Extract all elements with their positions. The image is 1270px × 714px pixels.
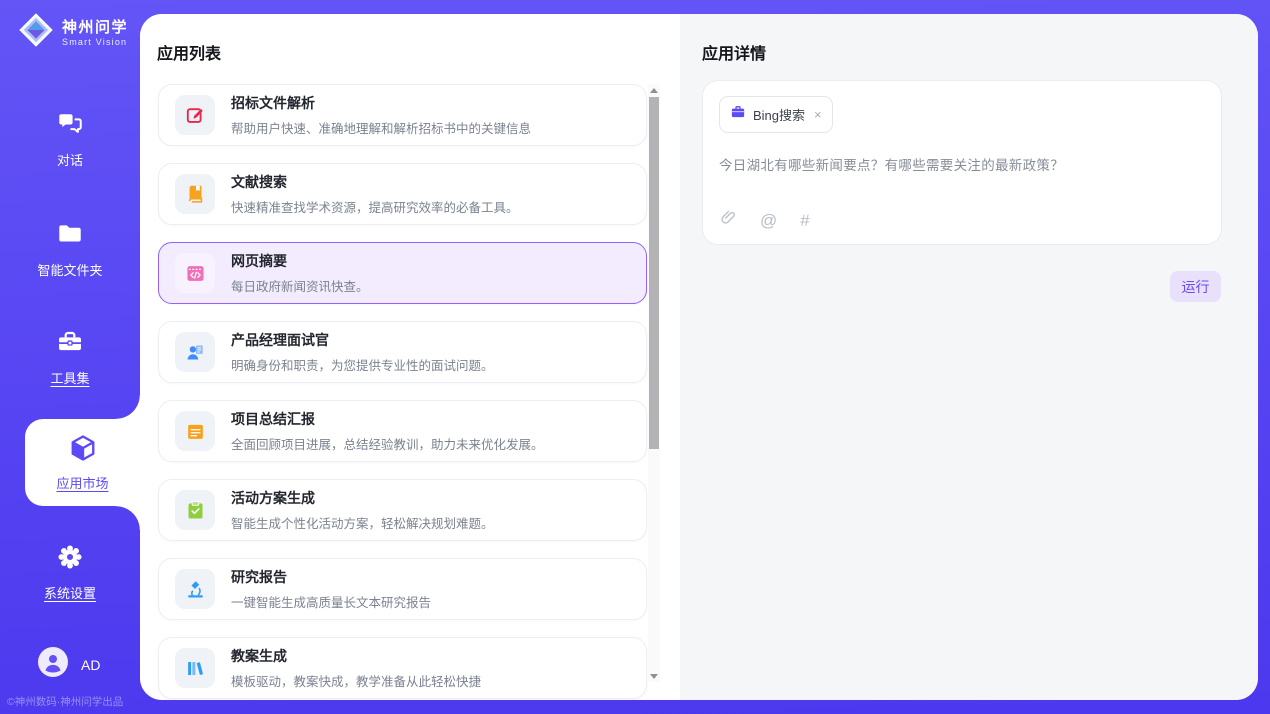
app-card-title: 网页摘要 bbox=[231, 251, 369, 271]
app-card-description: 帮助用户快速、准确地理解和解析招标书中的关键信息 bbox=[231, 118, 531, 137]
sidebar-item-toolset[interactable]: 工具集 bbox=[0, 328, 140, 387]
chat-icon bbox=[56, 110, 84, 143]
app-detail-title: 应用详情 bbox=[702, 40, 766, 64]
hash-icon[interactable]: # bbox=[800, 212, 809, 229]
tool-tag-bing-search[interactable]: Bing搜索 × bbox=[719, 96, 833, 133]
app-card-description: 明确身份和职责，为您提供专业性的面试问题。 bbox=[231, 355, 494, 374]
avatar bbox=[38, 647, 68, 682]
briefcase-icon bbox=[730, 104, 746, 125]
book-icon bbox=[175, 174, 215, 214]
folder-icon bbox=[56, 220, 84, 253]
app-card-literature-search[interactable]: 文献搜索 快速精准查找学术资源，提高研究效率的必备工具。 bbox=[158, 163, 647, 225]
app-card-web-summary[interactable]: 网页摘要 每日政府新闻资讯快查。 bbox=[158, 242, 647, 304]
sidebar-item-label: 对话 bbox=[57, 150, 83, 169]
app-list-title: 应用列表 bbox=[157, 40, 221, 64]
run-button[interactable]: 运行 bbox=[1170, 271, 1221, 302]
app-card-title: 招标文件解析 bbox=[231, 93, 531, 113]
app-card-lesson-plan[interactable]: 教案生成 模板驱动，教案快成，教学准备从此轻松快捷 bbox=[158, 637, 647, 699]
scrollbar-thumb[interactable] bbox=[649, 97, 659, 449]
user-profile[interactable]: AD bbox=[38, 647, 100, 682]
app-card-research-report[interactable]: 研究报告 一键智能生成高质量长文本研究报告 bbox=[158, 558, 647, 620]
app-card-list: 招标文件解析 帮助用户快速、准确地理解和解析招标书中的关键信息 文献搜索 bbox=[158, 84, 647, 700]
sidebar-item-label: 应用市场 bbox=[56, 473, 108, 492]
paperclip-icon[interactable] bbox=[720, 209, 737, 231]
sidebar-item-smart-folder[interactable]: 智能文件夹 bbox=[0, 220, 140, 279]
brand-diamond-icon bbox=[18, 12, 54, 53]
app-card-description: 每日政府新闻资讯快查。 bbox=[231, 276, 369, 295]
app-card-title: 研究报告 bbox=[231, 567, 431, 587]
app-list-panel: 应用列表 招标文件解析 帮助用户快速、准确地理解和解析招标书中的关键信息 bbox=[140, 14, 680, 700]
sidebar-item-label: 系统设置 bbox=[44, 583, 96, 602]
user-initials: AD bbox=[81, 657, 100, 673]
sidebar-item-label: 工具集 bbox=[50, 368, 89, 387]
app-card-project-summary[interactable]: 项目总结汇报 全面回顾项目进展，总结经验教训，助力未来优化发展。 bbox=[158, 400, 647, 462]
app-card-title: 教案生成 bbox=[231, 646, 481, 666]
brand-name: 神州问学 bbox=[62, 19, 128, 37]
app-card-title: 产品经理面试官 bbox=[231, 330, 494, 350]
scrollbar-down-arrow-icon[interactable] bbox=[648, 670, 660, 682]
gear-icon bbox=[56, 543, 84, 576]
note-icon bbox=[175, 411, 215, 451]
app-card-title: 文献搜索 bbox=[231, 172, 519, 192]
app-card-pm-interviewer[interactable]: 产品经理面试官 明确身份和职责，为您提供专业性的面试问题。 bbox=[158, 321, 647, 383]
query-text[interactable]: 今日湖北有哪些新闻要点？有哪些需要关注的最新政策？ bbox=[719, 154, 1205, 174]
app-card-description: 模板驱动，教案快成，教学准备从此轻松快捷 bbox=[231, 671, 481, 690]
app-card-title: 活动方案生成 bbox=[231, 488, 494, 508]
app-detail-panel: 应用详情 Bing搜索 × 今日湖北有哪些新闻要点？有哪些需要关注的最新政策？ bbox=[680, 14, 1258, 700]
attachment-toolbar: @ # bbox=[720, 209, 810, 231]
app-card-description: 快速精准查找学术资源，提高研究效率的必备工具。 bbox=[231, 197, 519, 216]
app-card-bid-document-analysis[interactable]: 招标文件解析 帮助用户快速、准确地理解和解析招标书中的关键信息 bbox=[158, 84, 647, 146]
cube-icon bbox=[68, 433, 98, 468]
toolbox-icon bbox=[56, 328, 84, 361]
mention-icon[interactable]: @ bbox=[760, 212, 777, 229]
app-card-description: 全面回顾项目进展，总结经验教训，助力未来优化发展。 bbox=[231, 434, 544, 453]
scrollbar-up-arrow-icon[interactable] bbox=[648, 84, 660, 96]
content-panel: 应用列表 招标文件解析 帮助用户快速、准确地理解和解析招标书中的关键信息 bbox=[140, 14, 1258, 700]
interviewer-icon bbox=[175, 332, 215, 372]
app-card-description: 智能生成个性化活动方案，轻松解决规划难题。 bbox=[231, 513, 494, 532]
tool-tag-label: Bing搜索 bbox=[753, 105, 805, 124]
app-card-title: 项目总结汇报 bbox=[231, 409, 544, 429]
sidebar-item-label: 智能文件夹 bbox=[37, 260, 102, 279]
app-card-description: 一键智能生成高质量长文本研究报告 bbox=[231, 592, 431, 611]
app-window: 神州问学 Smart Vision 对话 智能文件夹 bbox=[0, 0, 1270, 714]
remove-tag-icon[interactable]: × bbox=[814, 107, 822, 122]
clipboard-check-icon bbox=[175, 490, 215, 530]
edit-document-icon bbox=[175, 95, 215, 135]
sidebar-item-chat[interactable]: 对话 bbox=[0, 110, 140, 169]
microscope-icon bbox=[175, 569, 215, 609]
browser-code-icon bbox=[175, 253, 215, 293]
sidebar-item-app-market[interactable]: 应用市场 bbox=[25, 419, 140, 506]
scrollbar[interactable] bbox=[648, 84, 660, 682]
copyright-text: ©神州数码·神州问学出品 bbox=[7, 694, 123, 709]
sidebar-item-settings[interactable]: 系统设置 bbox=[0, 543, 140, 602]
brand-logo: 神州问学 Smart Vision bbox=[18, 12, 128, 53]
sidebar: 神州问学 Smart Vision 对话 智能文件夹 bbox=[0, 0, 140, 714]
query-card[interactable]: Bing搜索 × 今日湖北有哪些新闻要点？有哪些需要关注的最新政策？ @ # bbox=[702, 80, 1222, 245]
books-icon bbox=[175, 648, 215, 688]
app-card-event-plan[interactable]: 活动方案生成 智能生成个性化活动方案，轻松解决规划难题。 bbox=[158, 479, 647, 541]
brand-subtitle: Smart Vision bbox=[62, 37, 128, 47]
